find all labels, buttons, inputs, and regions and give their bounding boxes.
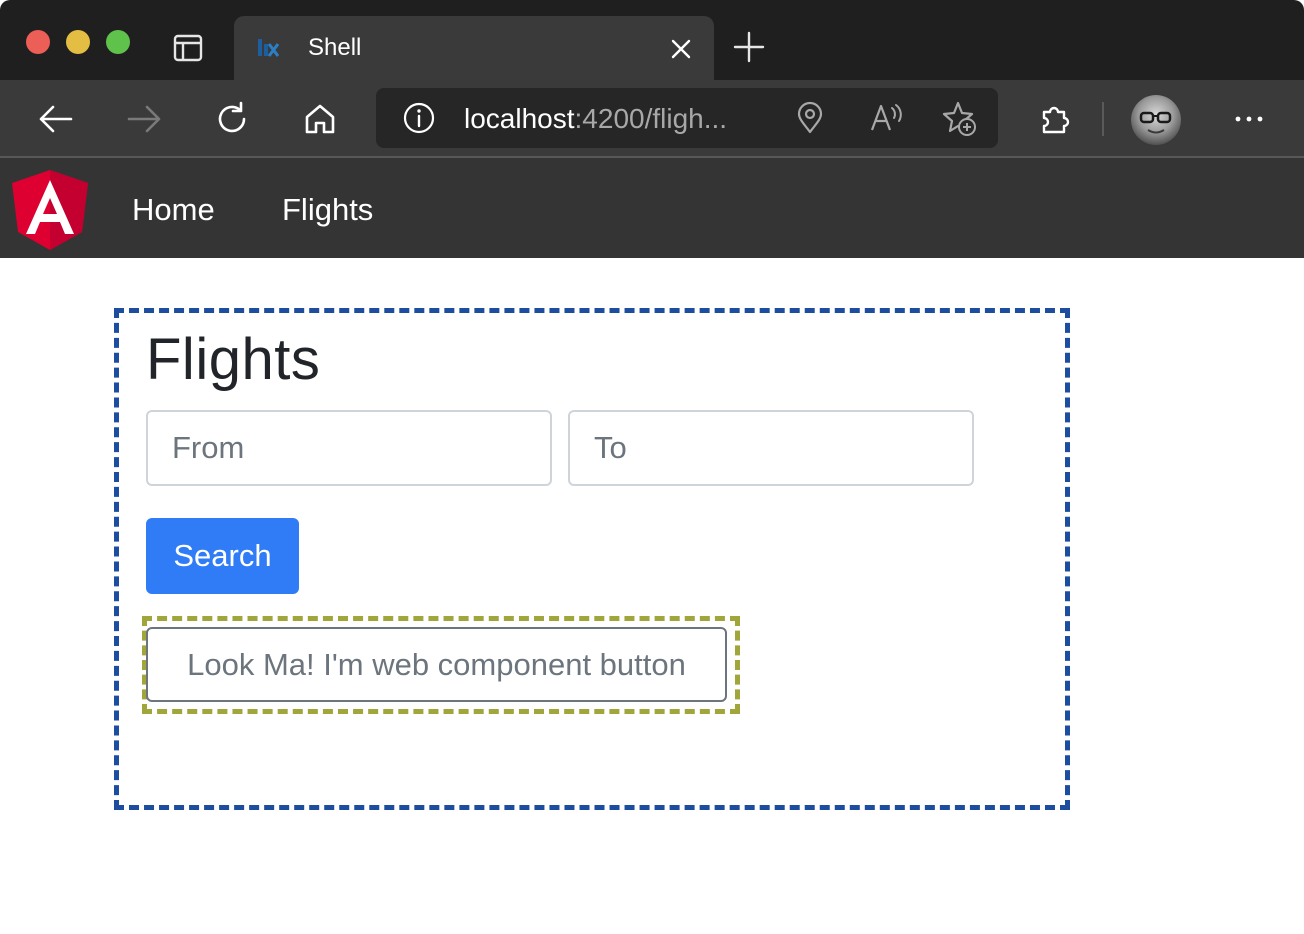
tab-strip: Shell	[0, 0, 1304, 80]
browser-toolbar: localhost:4200/fligh...	[0, 80, 1304, 158]
minimize-window-button[interactable]	[66, 30, 90, 54]
search-button[interactable]: Search	[146, 518, 299, 594]
nav-link-flights[interactable]: Flights	[282, 192, 373, 228]
address-bar[interactable]: localhost:4200/fligh...	[376, 88, 998, 148]
back-arrow-icon[interactable]	[37, 100, 75, 138]
new-tab-icon[interactable]	[732, 30, 766, 64]
angular-logo[interactable]	[12, 170, 88, 250]
address-url[interactable]: localhost:4200/fligh...	[464, 103, 727, 135]
extensions-puzzle-icon[interactable]	[1036, 100, 1074, 138]
nav-link-home[interactable]: Home	[132, 192, 215, 228]
toolbar-divider	[1102, 102, 1104, 136]
browser-window: Shell localhost:4200/fligh... Home Fligh…	[0, 0, 1304, 934]
address-host: localhost	[464, 103, 575, 134]
read-aloud-icon[interactable]	[868, 100, 904, 136]
more-dots-icon[interactable]	[1230, 100, 1268, 138]
app-navbar: Home Flights	[0, 158, 1304, 258]
forward-arrow-icon[interactable]	[125, 100, 163, 138]
add-favorite-icon[interactable]	[940, 100, 976, 136]
tab-active[interactable]: Shell	[234, 16, 714, 80]
maximize-window-button[interactable]	[106, 30, 130, 54]
tab-actions-icon[interactable]	[170, 30, 206, 66]
location-pin-icon[interactable]	[792, 100, 828, 136]
close-tab-icon[interactable]	[668, 36, 694, 62]
info-icon[interactable]	[402, 101, 436, 135]
page-title: Flights	[146, 327, 321, 392]
to-input[interactable]	[568, 410, 974, 486]
favicon-icon	[256, 36, 288, 60]
web-component-button[interactable]: Look Ma! I'm web component button	[146, 627, 727, 702]
tab-title: Shell	[308, 34, 362, 61]
close-window-button[interactable]	[26, 30, 50, 54]
home-icon[interactable]	[301, 100, 339, 138]
profile-avatar[interactable]	[1131, 95, 1181, 145]
from-input[interactable]	[146, 410, 552, 486]
address-path: :4200/fligh...	[574, 103, 728, 134]
reload-icon[interactable]	[213, 100, 251, 138]
